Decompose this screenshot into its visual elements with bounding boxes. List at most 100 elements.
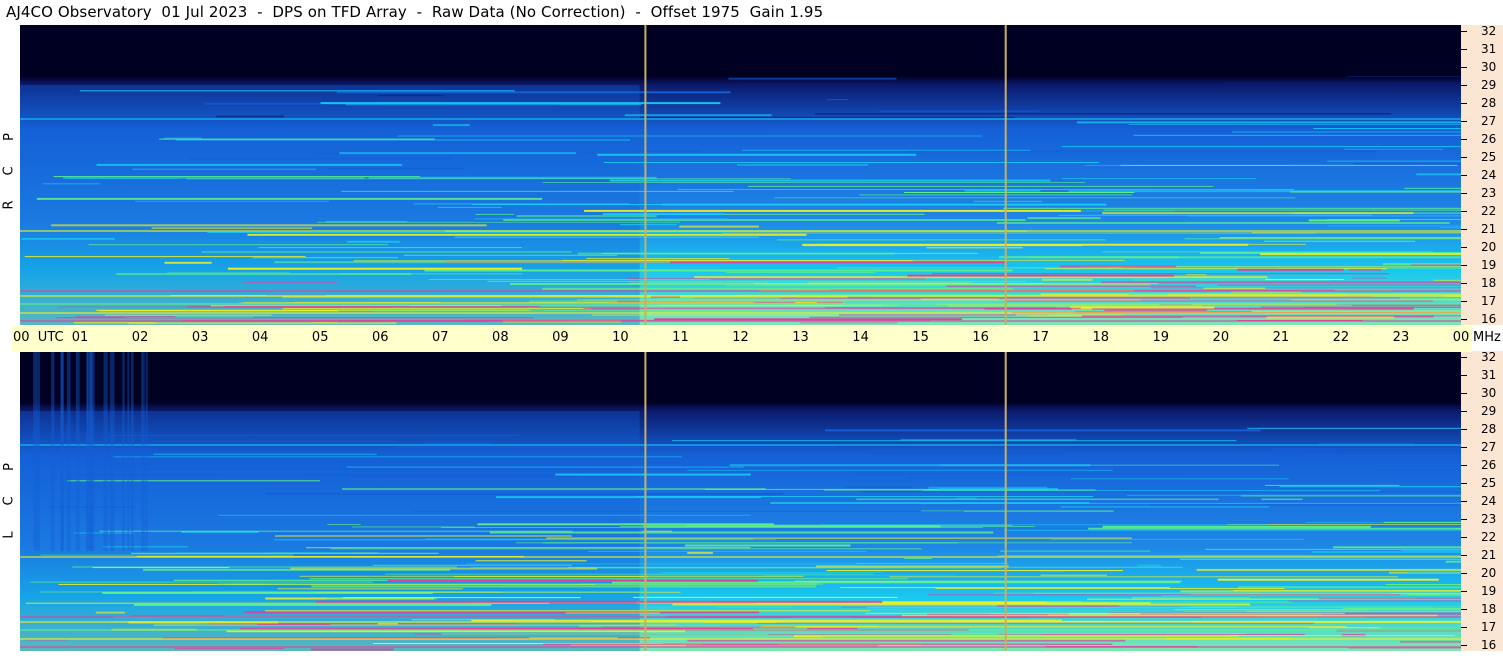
signal-streak: [1217, 578, 1439, 581]
utc-tick-label: 21: [1272, 330, 1290, 345]
signal-streak: [748, 185, 1214, 187]
signal-streak: [663, 296, 780, 299]
signal-streak: [921, 502, 1461, 504]
persistent-band: [20, 295, 1461, 297]
frequency-tick-mark: [1461, 229, 1467, 230]
signal-streak: [1410, 264, 1461, 266]
signal-streak: [40, 554, 294, 556]
signal-streak: [542, 182, 1086, 183]
frequency-tick-label: 19: [1481, 584, 1497, 598]
signal-streak: [946, 285, 1196, 287]
frequency-tick-mark: [1461, 211, 1467, 212]
signal-streak: [1344, 148, 1443, 150]
signal-streak: [1180, 558, 1461, 560]
signal-streak: [387, 579, 758, 582]
frequency-tick-mark: [1461, 85, 1467, 86]
persistent-band: [20, 290, 1461, 292]
signal-streak: [114, 467, 632, 470]
signal-streak: [1040, 574, 1108, 576]
signal-streak: [133, 604, 492, 606]
frequency-tick-label: 22: [1481, 204, 1497, 218]
frequency-tick-mark: [1461, 357, 1467, 358]
signal-streak: [1133, 134, 1461, 136]
signal-streak: [1102, 212, 1414, 215]
signal-streak: [908, 477, 1006, 479]
signal-streak: [475, 560, 587, 562]
vertical-burst: [86, 351, 89, 551]
vertical-burst: [91, 351, 95, 551]
frequency-tick-label: 32: [1481, 24, 1497, 38]
signal-streak: [207, 232, 727, 233]
signal-streak: [75, 316, 176, 318]
signal-streak: [428, 279, 711, 280]
signal-streak: [53, 176, 421, 178]
signal-streak: [1313, 128, 1461, 130]
signal-streak: [1027, 256, 1461, 259]
signal-streak: [1272, 448, 1461, 450]
signal-streak: [112, 456, 682, 458]
persistent-band: [20, 118, 1461, 120]
signal-streak: [105, 314, 272, 316]
utc-tick-label: 08: [492, 330, 509, 345]
signal-streak: [66, 177, 180, 179]
signal-streak: [1261, 498, 1303, 500]
persistent-band: [20, 320, 1461, 322]
frequency-tick-mark: [1461, 139, 1467, 140]
signal-streak: [227, 267, 523, 270]
signal-streak: [188, 157, 452, 160]
signal-streak: [1356, 137, 1461, 139]
frequency-tick-mark: [1461, 609, 1467, 610]
signal-streak: [372, 310, 754, 312]
signal-streak: [82, 473, 218, 476]
signal-streak: [128, 322, 397, 325]
signal-streak: [1400, 640, 1461, 643]
signal-streak: [955, 497, 977, 499]
signal-streak: [1404, 187, 1461, 189]
signal-streak: [1224, 82, 1461, 84]
signal-streak: [640, 116, 1015, 118]
signal-streak: [153, 624, 677, 626]
signal-streak: [1239, 315, 1461, 317]
signal-streak: [1088, 527, 1461, 530]
signal-streak: [58, 306, 528, 308]
vertical-burst: [109, 351, 115, 551]
signal-streak: [96, 163, 403, 166]
signal-streak: [247, 233, 807, 236]
signal-streak: [1333, 546, 1461, 549]
data-gap-line: [644, 351, 647, 651]
signal-streak: [252, 257, 398, 259]
signal-streak: [244, 611, 760, 614]
signal-streak: [341, 190, 734, 192]
signal-streak: [555, 473, 751, 476]
signal-streak: [729, 464, 1091, 467]
signal-streak: [397, 135, 982, 137]
signal-streak: [290, 567, 598, 570]
frequency-tick-mark: [1461, 573, 1467, 574]
signal-streak: [414, 127, 771, 129]
signal-streak: [1439, 227, 1461, 228]
signal-streak: [820, 524, 1270, 526]
signal-streak: [844, 486, 914, 488]
signal-streak: [1061, 146, 1461, 148]
signal-streak: [346, 466, 744, 468]
signal-streak: [1351, 277, 1387, 279]
signal-streak: [475, 213, 514, 215]
signal-streak: [1366, 627, 1461, 629]
signal-streak: [814, 113, 1392, 115]
signal-streak: [472, 204, 1077, 205]
signal-streak: [1327, 219, 1461, 220]
signal-streak: [1261, 306, 1461, 308]
signal-streak: [1251, 310, 1461, 312]
signal-streak: [42, 183, 101, 185]
signal-streak: [1003, 207, 1461, 209]
signal-streak: [1076, 121, 1461, 124]
utc-tick-label: 15: [912, 330, 929, 345]
signal-streak: [311, 585, 816, 588]
frequency-tick-label: 20: [1481, 240, 1497, 254]
frequency-tick-label: 27: [1481, 114, 1497, 128]
utc-tick-label: 17: [1032, 330, 1049, 345]
signal-streak: [108, 435, 519, 436]
signal-streak: [753, 283, 1158, 285]
signal-streak: [175, 139, 631, 141]
utc-tick-label: 13: [792, 330, 809, 345]
